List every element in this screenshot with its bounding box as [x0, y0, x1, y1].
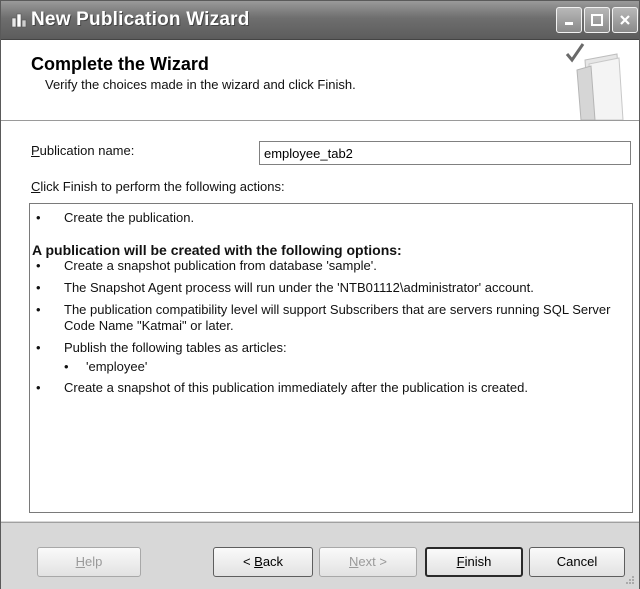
page-subtitle: Verify the choices made in the wizard an…	[45, 77, 356, 92]
next-button[interactable]: Next >	[319, 547, 417, 577]
back-prefix: <	[242, 554, 255, 569]
option-text: Create a snapshot of this publication im…	[64, 380, 528, 395]
option-text: The publication compatibility level will…	[64, 302, 611, 333]
finish-button[interactable]: Finish	[425, 547, 523, 577]
action-text: Create the publication.	[64, 210, 195, 225]
bullet: •	[64, 359, 69, 374]
bullet: •	[36, 380, 41, 395]
actions-summary-box[interactable]: • Create the publication. A publication …	[29, 203, 633, 513]
help-mnemonic: H	[75, 554, 86, 569]
close-button[interactable]	[612, 7, 638, 33]
bullet: •	[36, 280, 41, 295]
maximize-button[interactable]	[584, 7, 610, 33]
back-label: ack	[262, 554, 284, 569]
minimize-icon	[565, 22, 573, 25]
bullet: •	[36, 340, 41, 355]
publication-name-label-text: ublication name:	[39, 143, 135, 158]
window-title: New Publication Wizard	[31, 9, 250, 30]
cancel-button[interactable]: Cancel	[529, 547, 625, 577]
actions-label: Click Finish to perform the following ac…	[31, 179, 285, 194]
bullet: •	[36, 302, 41, 317]
next-label: ext >	[358, 554, 387, 569]
publication-name-label-mnemonic: P	[31, 143, 40, 158]
option-text: Create a snapshot publication from datab…	[64, 258, 377, 273]
help-button[interactable]: Help	[37, 547, 141, 577]
app-icon	[11, 13, 27, 28]
wizard-body: Publication name: Click Finish to perfor…	[1, 121, 639, 521]
option-text: Publish the following tables as articles…	[64, 340, 287, 355]
wizard-window: New Publication Wizard Complete the Wiza…	[0, 0, 640, 589]
options-heading: A publication will be created with the f…	[32, 242, 402, 258]
book-checkmark-icon	[565, 43, 624, 120]
wizard-header: Complete the Wizard Verify the choices m…	[1, 40, 639, 121]
actions-label-mnemonic: C	[31, 179, 41, 194]
help-label: elp	[85, 554, 103, 569]
wizard-footer: Help < Back Next > Finish Cancel	[1, 522, 639, 589]
minimize-button[interactable]	[556, 7, 582, 33]
option-text: The Snapshot Agent process will run unde…	[64, 280, 534, 295]
maximize-icon	[591, 14, 603, 26]
actions-label-text: lick Finish to perform the following act…	[40, 179, 285, 194]
publication-name-label: Publication name:	[31, 143, 134, 158]
back-mnemonic: B	[254, 554, 263, 569]
next-mnemonic: N	[349, 554, 359, 569]
page-title: Complete the Wizard	[31, 54, 209, 74]
bullet: •	[36, 210, 41, 225]
resize-grip-icon[interactable]	[625, 575, 635, 585]
finish-label: inish	[464, 554, 492, 569]
back-button[interactable]: < Back	[213, 547, 313, 577]
article-text: 'employee'	[86, 359, 148, 374]
publication-name-input[interactable]	[259, 141, 631, 165]
bullet: •	[36, 258, 41, 273]
title-bar[interactable]: New Publication Wizard	[1, 1, 639, 40]
close-icon	[620, 15, 630, 25]
finish-mnemonic: F	[456, 554, 465, 569]
